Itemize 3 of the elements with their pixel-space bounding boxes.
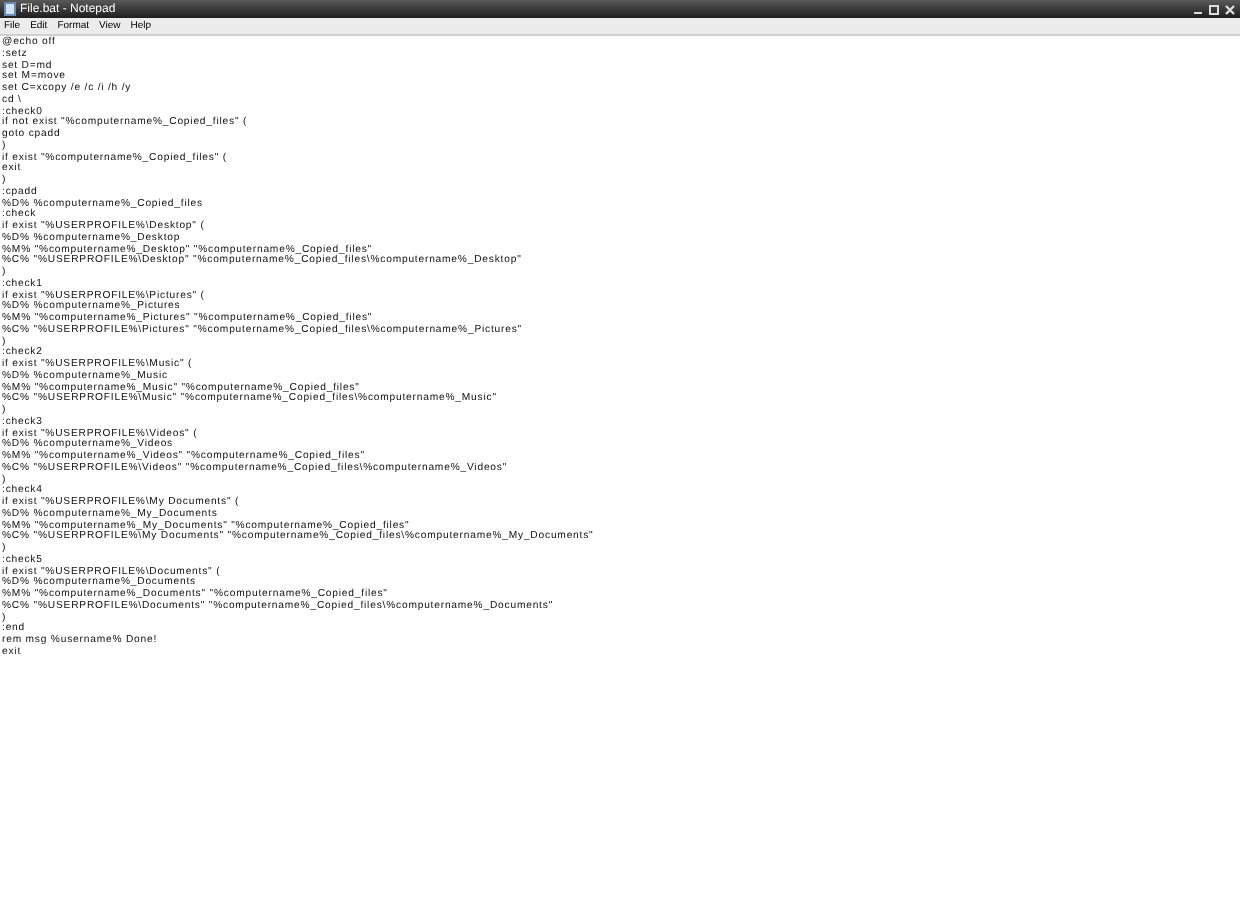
- close-icon[interactable]: [1224, 3, 1236, 15]
- maximize-icon[interactable]: [1208, 3, 1220, 15]
- notepad-icon: [4, 2, 16, 16]
